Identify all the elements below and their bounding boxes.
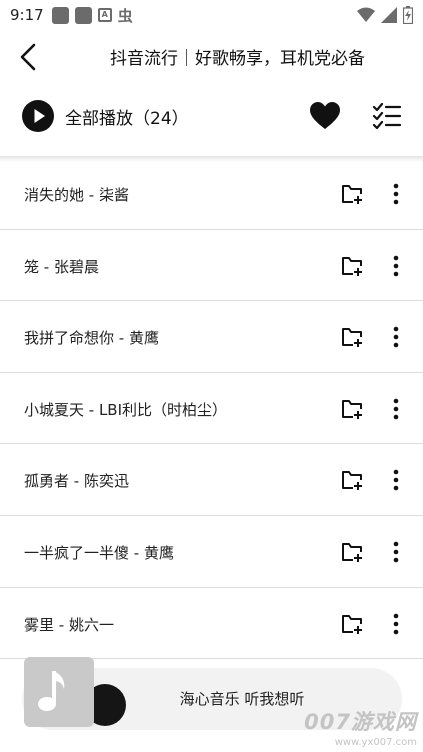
add-to-playlist-button[interactable] [340,612,364,636]
music-note-icon [38,671,65,711]
more-options-button[interactable] [386,323,406,351]
watermark-url: www.yx007.com [334,737,417,748]
song-row[interactable]: 孤勇者 - 陈奕迅 [0,444,423,516]
play-all-label[interactable]: 全部播放（24） [65,104,189,129]
status-time: 9:17 [10,6,44,24]
favorite-button[interactable] [309,101,341,131]
multi-select-button[interactable] [372,102,402,130]
more-vertical-icon [393,398,399,420]
song-row[interactable]: 小城夏天 - LBI利比（时柏尘） [0,373,423,445]
watermark: 007游戏网 www.yx007.com [304,706,417,748]
song-row[interactable]: 一半疯了一半傻 - 黄鹰 [0,516,423,588]
song-title: 小城夏天 - LBI利比（时柏尘） [24,400,228,419]
more-vertical-icon [393,470,399,491]
bug-icon: 虫 [117,6,133,25]
song-title: 雾里 - 姚六一 [24,615,114,634]
song-row[interactable]: 笼 - 张碧晨 [0,230,423,302]
add-to-playlist-button[interactable] [340,397,364,421]
add-to-playlist-icon [342,185,362,204]
more-vertical-icon [393,183,399,205]
song-row[interactable]: 我拼了命想你 - 黄鹰 [0,301,423,373]
more-vertical-icon [393,613,399,634]
more-options-button[interactable] [386,538,406,566]
more-vertical-icon [393,326,399,348]
back-arrow-icon [20,43,36,71]
add-to-playlist-button[interactable] [340,325,364,349]
signal-icon [381,7,397,23]
album-art[interactable] [24,657,94,727]
play-all-row: 全部播放（24） [0,90,423,142]
battery-icon [403,6,413,24]
add-to-playlist-icon [342,471,362,491]
add-to-playlist-icon [342,328,362,348]
watermark-main: 007游戏网 [304,710,417,734]
app-notification-icon [74,6,92,24]
status-bar: 9:17 A 虫 [0,0,423,30]
song-title: 我拼了命想你 - 黄鹰 [24,329,159,348]
song-row[interactable]: 雾里 - 姚六一 [0,588,423,660]
more-options-button[interactable] [386,610,406,638]
system-icons [357,6,413,24]
add-to-playlist-button[interactable] [340,468,364,492]
add-to-playlist-icon [342,614,362,634]
heart-icon [310,102,340,129]
more-vertical-icon [393,541,399,563]
song-list: 消失的她 - 柒酱 笼 - 张碧晨 我拼了命想你 - 黄鹰 小城夏天 - LBI… [0,158,423,660]
song-row[interactable]: 消失的她 - 柒酱 [0,158,423,230]
play-all-button[interactable] [22,100,54,132]
add-to-playlist-icon [342,256,362,276]
song-title: 一半疯了一半傻 - 黄鹰 [24,543,174,562]
more-options-button[interactable] [386,180,406,208]
more-options-button[interactable] [386,252,406,280]
back-button[interactable] [16,42,44,72]
more-vertical-icon [393,255,399,276]
more-options-button[interactable] [386,395,406,423]
song-title: 笼 - 张碧晨 [24,257,99,276]
add-to-playlist-icon [342,542,362,562]
song-title: 孤勇者 - 陈奕迅 [24,472,129,491]
add-to-playlist-button[interactable] [340,540,364,564]
add-to-playlist-button[interactable] [340,254,364,278]
wifi-icon [357,7,375,22]
notification-icons: A 虫 [51,5,133,26]
app-notification-icon [51,6,69,24]
header: 抖音流行｜好歌畅享，耳机党必备 [0,30,423,82]
checklist-icon [372,102,402,130]
play-icon [34,109,45,123]
a-icon: A [97,8,112,22]
page-title: 抖音流行｜好歌畅享，耳机党必备 [110,49,365,69]
more-options-button[interactable] [386,466,406,494]
add-to-playlist-icon [342,399,362,419]
add-to-playlist-button[interactable] [340,182,364,206]
song-title: 消失的她 - 柒酱 [24,186,129,204]
